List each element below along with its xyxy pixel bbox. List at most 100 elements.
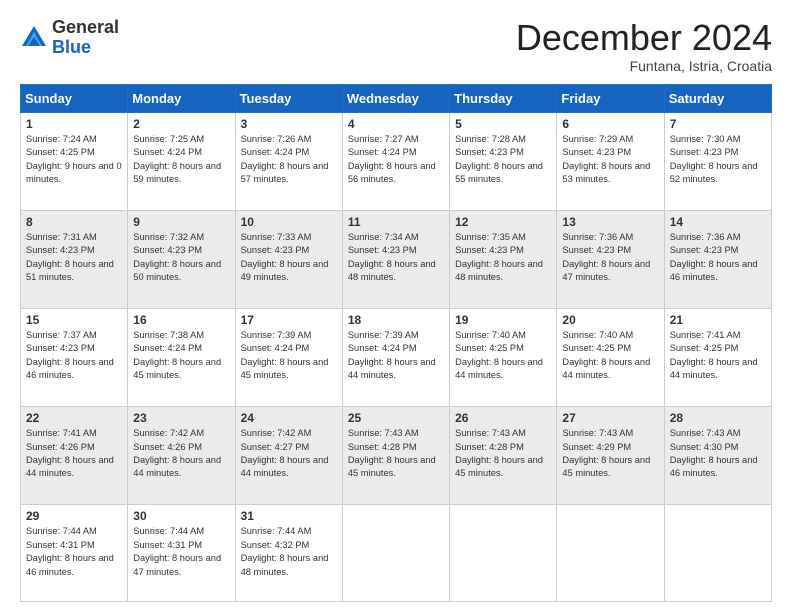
day-number: 7	[670, 117, 766, 131]
day-info: Sunrise: 7:42 AMSunset: 4:27 PMDaylight:…	[241, 428, 329, 478]
table-row	[342, 505, 449, 602]
day-number: 26	[455, 411, 551, 425]
day-info: Sunrise: 7:43 AMSunset: 4:30 PMDaylight:…	[670, 428, 758, 478]
calendar-row: 22 Sunrise: 7:41 AMSunset: 4:26 PMDaylig…	[21, 407, 772, 505]
day-info: Sunrise: 7:31 AMSunset: 4:23 PMDaylight:…	[26, 232, 114, 282]
logo: General Blue	[20, 18, 119, 58]
table-row: 7 Sunrise: 7:30 AMSunset: 4:23 PMDayligh…	[664, 112, 771, 210]
day-info: Sunrise: 7:42 AMSunset: 4:26 PMDaylight:…	[133, 428, 221, 478]
day-info: Sunrise: 7:33 AMSunset: 4:23 PMDaylight:…	[241, 232, 329, 282]
logo-blue: Blue	[52, 37, 91, 57]
day-number: 4	[348, 117, 444, 131]
day-number: 25	[348, 411, 444, 425]
day-number: 29	[26, 509, 122, 523]
calendar-row: 29 Sunrise: 7:44 AMSunset: 4:31 PMDaylig…	[21, 505, 772, 602]
day-info: Sunrise: 7:44 AMSunset: 4:31 PMDaylight:…	[133, 526, 221, 576]
header-friday: Friday	[557, 84, 664, 112]
table-row: 11 Sunrise: 7:34 AMSunset: 4:23 PMDaylig…	[342, 210, 449, 308]
day-info: Sunrise: 7:27 AMSunset: 4:24 PMDaylight:…	[348, 134, 436, 184]
day-info: Sunrise: 7:35 AMSunset: 4:23 PMDaylight:…	[455, 232, 543, 282]
day-info: Sunrise: 7:39 AMSunset: 4:24 PMDaylight:…	[241, 330, 329, 380]
calendar-row: 1 Sunrise: 7:24 AMSunset: 4:25 PMDayligh…	[21, 112, 772, 210]
day-number: 31	[241, 509, 337, 523]
table-row	[450, 505, 557, 602]
title-area: December 2024 Funtana, Istria, Croatia	[516, 18, 772, 74]
day-info: Sunrise: 7:37 AMSunset: 4:23 PMDaylight:…	[26, 330, 114, 380]
day-info: Sunrise: 7:24 AMSunset: 4:25 PMDaylight:…	[26, 134, 122, 184]
table-row: 1 Sunrise: 7:24 AMSunset: 4:25 PMDayligh…	[21, 112, 128, 210]
day-info: Sunrise: 7:41 AMSunset: 4:25 PMDaylight:…	[670, 330, 758, 380]
table-row: 22 Sunrise: 7:41 AMSunset: 4:26 PMDaylig…	[21, 407, 128, 505]
logo-general: General	[52, 17, 119, 37]
day-info: Sunrise: 7:40 AMSunset: 4:25 PMDaylight:…	[562, 330, 650, 380]
table-row: 9 Sunrise: 7:32 AMSunset: 4:23 PMDayligh…	[128, 210, 235, 308]
day-number: 23	[133, 411, 229, 425]
day-number: 1	[26, 117, 122, 131]
table-row: 26 Sunrise: 7:43 AMSunset: 4:28 PMDaylig…	[450, 407, 557, 505]
day-number: 15	[26, 313, 122, 327]
header-tuesday: Tuesday	[235, 84, 342, 112]
day-number: 12	[455, 215, 551, 229]
table-row: 15 Sunrise: 7:37 AMSunset: 4:23 PMDaylig…	[21, 308, 128, 406]
day-number: 27	[562, 411, 658, 425]
header-sunday: Sunday	[21, 84, 128, 112]
calendar-row: 15 Sunrise: 7:37 AMSunset: 4:23 PMDaylig…	[21, 308, 772, 406]
day-number: 11	[348, 215, 444, 229]
day-number: 30	[133, 509, 229, 523]
day-info: Sunrise: 7:32 AMSunset: 4:23 PMDaylight:…	[133, 232, 221, 282]
table-row: 27 Sunrise: 7:43 AMSunset: 4:29 PMDaylig…	[557, 407, 664, 505]
table-row: 25 Sunrise: 7:43 AMSunset: 4:28 PMDaylig…	[342, 407, 449, 505]
table-row: 8 Sunrise: 7:31 AMSunset: 4:23 PMDayligh…	[21, 210, 128, 308]
header-thursday: Thursday	[450, 84, 557, 112]
day-number: 21	[670, 313, 766, 327]
header-wednesday: Wednesday	[342, 84, 449, 112]
day-info: Sunrise: 7:28 AMSunset: 4:23 PMDaylight:…	[455, 134, 543, 184]
day-info: Sunrise: 7:38 AMSunset: 4:24 PMDaylight:…	[133, 330, 221, 380]
table-row: 18 Sunrise: 7:39 AMSunset: 4:24 PMDaylig…	[342, 308, 449, 406]
table-row: 2 Sunrise: 7:25 AMSunset: 4:24 PMDayligh…	[128, 112, 235, 210]
day-number: 9	[133, 215, 229, 229]
day-info: Sunrise: 7:25 AMSunset: 4:24 PMDaylight:…	[133, 134, 221, 184]
day-info: Sunrise: 7:39 AMSunset: 4:24 PMDaylight:…	[348, 330, 436, 380]
day-number: 19	[455, 313, 551, 327]
day-number: 6	[562, 117, 658, 131]
logo-text: General Blue	[52, 18, 119, 58]
table-row: 6 Sunrise: 7:29 AMSunset: 4:23 PMDayligh…	[557, 112, 664, 210]
day-number: 18	[348, 313, 444, 327]
day-info: Sunrise: 7:30 AMSunset: 4:23 PMDaylight:…	[670, 134, 758, 184]
day-number: 16	[133, 313, 229, 327]
day-number: 2	[133, 117, 229, 131]
table-row: 5 Sunrise: 7:28 AMSunset: 4:23 PMDayligh…	[450, 112, 557, 210]
day-info: Sunrise: 7:26 AMSunset: 4:24 PMDaylight:…	[241, 134, 329, 184]
table-row: 13 Sunrise: 7:36 AMSunset: 4:23 PMDaylig…	[557, 210, 664, 308]
table-row: 19 Sunrise: 7:40 AMSunset: 4:25 PMDaylig…	[450, 308, 557, 406]
day-number: 8	[26, 215, 122, 229]
subtitle: Funtana, Istria, Croatia	[516, 58, 772, 74]
day-info: Sunrise: 7:34 AMSunset: 4:23 PMDaylight:…	[348, 232, 436, 282]
day-info: Sunrise: 7:44 AMSunset: 4:32 PMDaylight:…	[241, 526, 329, 576]
table-row: 20 Sunrise: 7:40 AMSunset: 4:25 PMDaylig…	[557, 308, 664, 406]
day-number: 28	[670, 411, 766, 425]
table-row	[664, 505, 771, 602]
table-row: 29 Sunrise: 7:44 AMSunset: 4:31 PMDaylig…	[21, 505, 128, 602]
table-row: 16 Sunrise: 7:38 AMSunset: 4:24 PMDaylig…	[128, 308, 235, 406]
month-title: December 2024	[516, 18, 772, 58]
table-row: 4 Sunrise: 7:27 AMSunset: 4:24 PMDayligh…	[342, 112, 449, 210]
page: General Blue December 2024 Funtana, Istr…	[0, 0, 792, 612]
table-row: 21 Sunrise: 7:41 AMSunset: 4:25 PMDaylig…	[664, 308, 771, 406]
day-info: Sunrise: 7:29 AMSunset: 4:23 PMDaylight:…	[562, 134, 650, 184]
table-row: 17 Sunrise: 7:39 AMSunset: 4:24 PMDaylig…	[235, 308, 342, 406]
table-row: 10 Sunrise: 7:33 AMSunset: 4:23 PMDaylig…	[235, 210, 342, 308]
header-monday: Monday	[128, 84, 235, 112]
day-number: 3	[241, 117, 337, 131]
table-row: 3 Sunrise: 7:26 AMSunset: 4:24 PMDayligh…	[235, 112, 342, 210]
day-number: 20	[562, 313, 658, 327]
header: General Blue December 2024 Funtana, Istr…	[20, 18, 772, 74]
calendar-header-row: Sunday Monday Tuesday Wednesday Thursday…	[21, 84, 772, 112]
day-info: Sunrise: 7:36 AMSunset: 4:23 PMDaylight:…	[562, 232, 650, 282]
day-info: Sunrise: 7:43 AMSunset: 4:28 PMDaylight:…	[348, 428, 436, 478]
table-row	[557, 505, 664, 602]
logo-icon	[20, 24, 48, 52]
calendar-row: 8 Sunrise: 7:31 AMSunset: 4:23 PMDayligh…	[21, 210, 772, 308]
table-row: 14 Sunrise: 7:36 AMSunset: 4:23 PMDaylig…	[664, 210, 771, 308]
